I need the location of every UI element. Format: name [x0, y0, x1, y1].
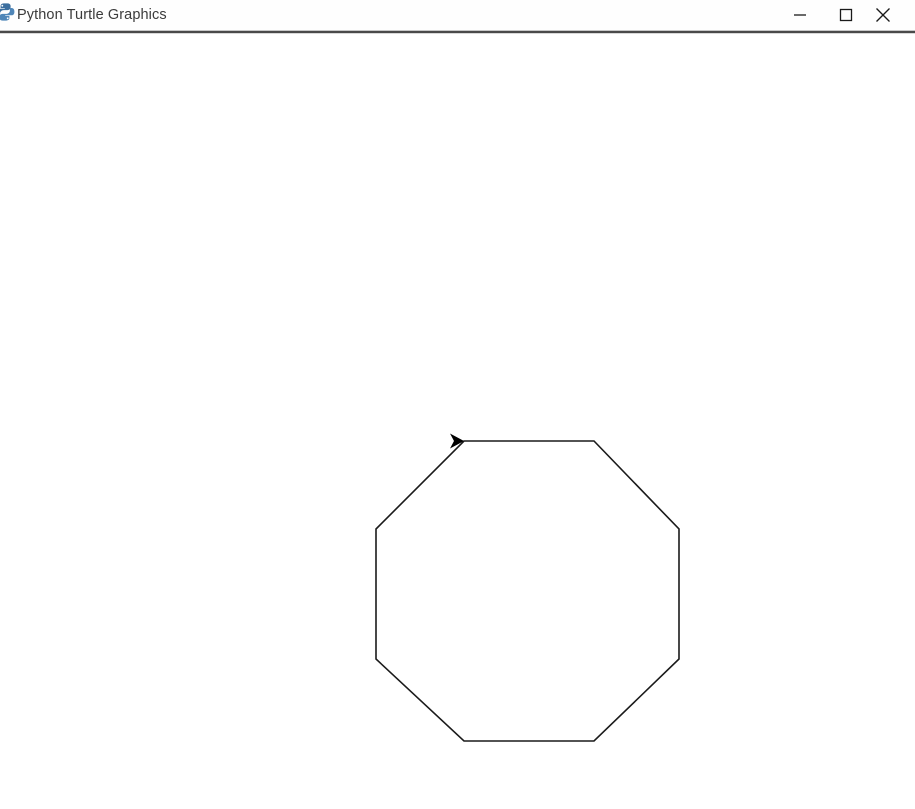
turtle-graphics-window: Python Turtle Graphics	[0, 0, 915, 809]
python-logo-icon	[0, 2, 15, 22]
title-bar[interactable]: Python Turtle Graphics	[0, 0, 915, 30]
window-controls	[777, 0, 915, 30]
close-icon	[875, 7, 891, 23]
close-button[interactable]	[869, 0, 915, 30]
maximize-button[interactable]	[823, 0, 869, 30]
window-title: Python Turtle Graphics	[17, 7, 167, 23]
turtle-drawing-canvas	[375, 433, 680, 742]
turtle-cursor-icon	[450, 433, 464, 449]
maximize-icon	[839, 8, 853, 22]
octagon-path	[375, 440, 680, 742]
minimize-icon	[793, 8, 807, 22]
turtle-canvas-area[interactable]	[0, 34, 915, 809]
minimize-button[interactable]	[777, 0, 823, 30]
